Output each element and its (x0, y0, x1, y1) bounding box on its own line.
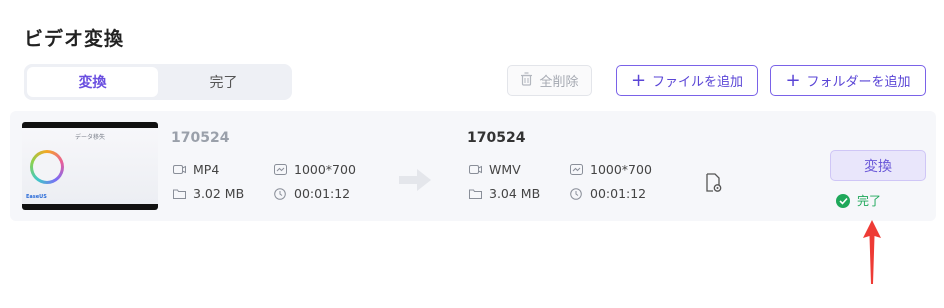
target-size: 3.04 MB (469, 186, 540, 201)
folder-icon (173, 188, 186, 199)
clock-icon (570, 188, 583, 200)
add-folder-label: フォルダーを追加 (806, 75, 911, 90)
resolution-icon (274, 164, 287, 175)
output-settings-icon[interactable] (705, 173, 723, 197)
convert-button[interactable]: 変換 (830, 150, 926, 181)
add-file-button[interactable]: + ファイルを追加 (616, 65, 758, 96)
ring-graphic (30, 150, 64, 184)
video-thumbnail[interactable]: データ移失 EaseUS (22, 122, 158, 210)
thumbnail-title: データ移失 (74, 134, 105, 141)
check-circle-icon (836, 193, 850, 208)
source-format: MP4 (173, 162, 219, 177)
trash-icon (520, 71, 533, 90)
target-file-name: 170524 (467, 130, 526, 146)
add-file-label: ファイルを追加 (652, 75, 744, 90)
tab-switcher: 変換 完了 (24, 64, 292, 100)
resolution-icon (570, 164, 583, 175)
delete-all-label: 全削除 (539, 75, 579, 90)
folder-icon (469, 188, 482, 199)
plus-icon: + (785, 69, 801, 91)
plus-icon: + (630, 69, 647, 91)
target-duration: 00:01:12 (570, 186, 646, 201)
status-label: 完了 (857, 194, 882, 208)
tab-completed[interactable]: 完了 (158, 67, 289, 97)
video-format-icon (469, 164, 482, 175)
tab-convert[interactable]: 変換 (27, 67, 158, 97)
page-title: ビデオ変換 (24, 28, 125, 50)
source-size: 3.02 MB (173, 186, 244, 201)
source-file-name: 170524 (171, 130, 230, 146)
status-badge: 完了 (836, 192, 881, 209)
clock-icon (274, 188, 287, 200)
target-resolution: 1000*700 (570, 162, 652, 177)
video-format-icon (173, 164, 186, 175)
source-duration: 00:01:12 (274, 186, 350, 201)
target-format: WMV (469, 162, 521, 177)
add-folder-button[interactable]: + フォルダーを追加 (770, 65, 926, 96)
arrow-right-icon (399, 169, 433, 195)
delete-all-button[interactable]: 全削除 (507, 65, 592, 96)
thumbnail-logo: EaseUS (26, 194, 47, 200)
source-resolution: 1000*700 (274, 162, 356, 177)
annotation-arrow (862, 220, 882, 290)
conversion-item-row: データ移失 EaseUS 170524 MP4 1000*700 3.02 MB… (10, 111, 936, 221)
